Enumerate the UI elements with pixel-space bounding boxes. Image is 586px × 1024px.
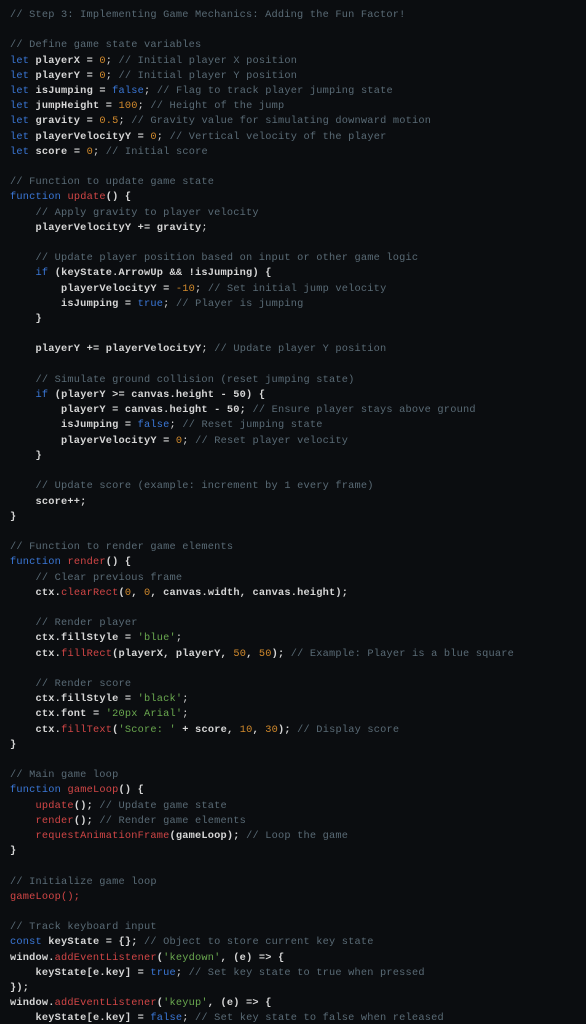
comment: // Define game state variables (10, 39, 201, 51)
code-block: // Step 3: Implementing Game Mechanics: … (0, 0, 586, 1024)
comment: // Step 3: Implementing Game Mechanics: … (10, 9, 406, 21)
